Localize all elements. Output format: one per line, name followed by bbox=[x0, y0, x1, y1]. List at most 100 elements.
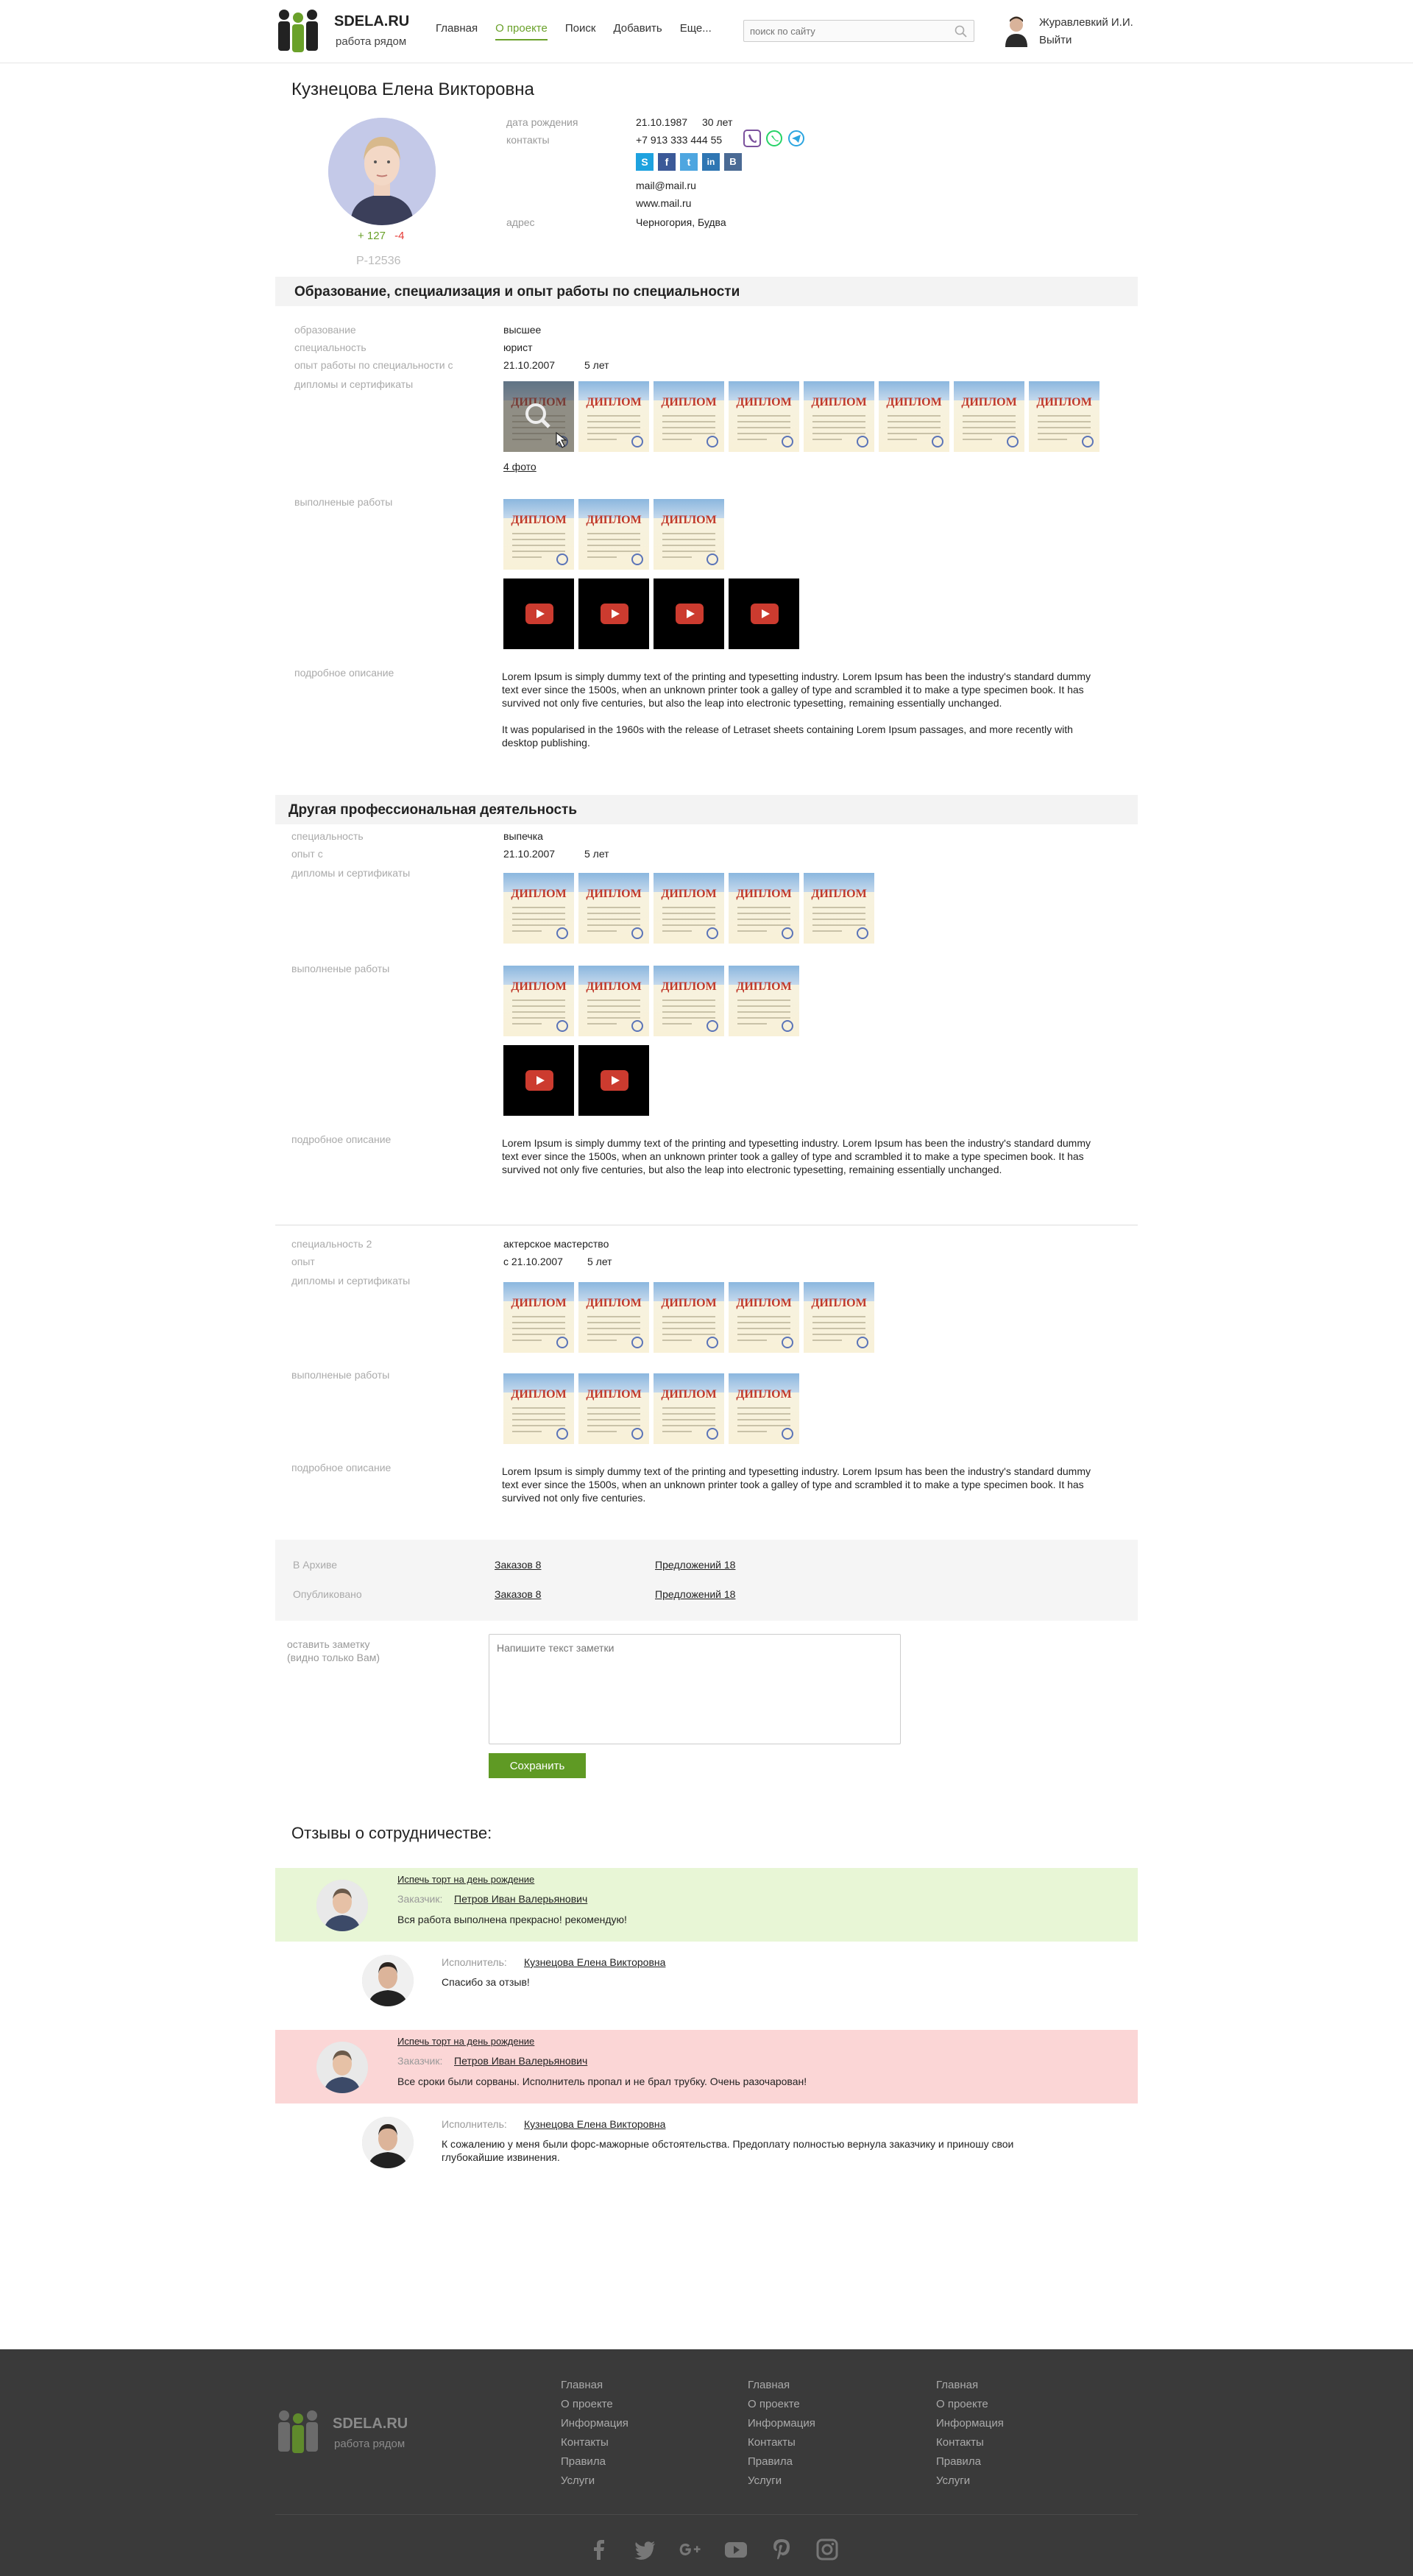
nav-item-more[interactable]: Еще... bbox=[680, 22, 712, 40]
footer-link[interactable]: Главная bbox=[561, 2376, 628, 2395]
executor-name-link[interactable]: Кузнецова Елена Викторовна bbox=[524, 2118, 665, 2130]
photos-count-link[interactable]: 4 фото bbox=[503, 461, 536, 473]
facebook-icon[interactable]: f bbox=[658, 153, 676, 171]
phone-value[interactable]: +7 913 333 444 55 bbox=[636, 134, 722, 146]
diploma-thumbnail[interactable]: ДИПЛОМ bbox=[578, 873, 649, 944]
diploma-thumbnail[interactable]: ДИПЛОМ bbox=[503, 499, 574, 570]
executor-name-link[interactable]: Кузнецова Елена Викторовна bbox=[524, 1956, 665, 1968]
video-thumbnail[interactable] bbox=[578, 578, 649, 649]
diploma-thumbnail[interactable]: ДИПЛОМ bbox=[954, 381, 1024, 452]
facebook-icon[interactable] bbox=[587, 2538, 611, 2561]
diploma-thumbnail[interactable]: ДИПЛОМ bbox=[503, 1282, 574, 1353]
skype-icon[interactable]: S bbox=[636, 153, 654, 171]
site-value[interactable]: www.mail.ru bbox=[636, 197, 691, 209]
footer-link[interactable]: Контакты bbox=[936, 2433, 1004, 2452]
reviewer-avatar[interactable] bbox=[316, 1880, 368, 1931]
diploma-thumbnail[interactable]: ДИПЛОМ bbox=[729, 1373, 799, 1444]
viber-icon[interactable] bbox=[743, 130, 761, 147]
nav-item-home[interactable]: Главная bbox=[436, 22, 478, 40]
diploma-thumbnail[interactable]: ДИПЛОМ bbox=[729, 873, 799, 944]
footer-link[interactable]: О проекте bbox=[936, 2395, 1004, 2414]
diploma-thumbnail[interactable]: ДИПЛОМ bbox=[578, 966, 649, 1036]
video-thumbnail[interactable] bbox=[503, 578, 574, 649]
vk-icon[interactable]: В bbox=[724, 153, 742, 171]
diploma-thumbnail[interactable]: ДИПЛОМ bbox=[879, 381, 949, 452]
video-thumbnail[interactable] bbox=[654, 578, 724, 649]
youtube-icon[interactable] bbox=[724, 2538, 748, 2561]
search-icon[interactable] bbox=[955, 25, 968, 38]
whatsapp-icon[interactable] bbox=[766, 130, 782, 146]
linkedin-icon[interactable]: in bbox=[702, 153, 720, 171]
footer-link[interactable]: Главная bbox=[936, 2376, 1004, 2395]
site-logo[interactable]: SDELA.RU работа рядом bbox=[275, 7, 422, 54]
nav-item-add[interactable]: Добавить bbox=[613, 22, 662, 40]
diploma-thumbnail[interactable]: ДИПЛОМ bbox=[729, 381, 799, 452]
diploma-thumbnail[interactable]: ДИПЛОМ bbox=[503, 873, 574, 944]
diploma-thumbnail[interactable]: ДИПЛОМ bbox=[654, 499, 724, 570]
profile-photo[interactable] bbox=[328, 118, 436, 225]
zoom-icon[interactable] bbox=[503, 381, 574, 452]
diploma-thumbnail[interactable]: ДИПЛОМ bbox=[804, 1282, 874, 1353]
diploma-thumbnail[interactable]: ДИПЛОМ bbox=[1029, 381, 1099, 452]
play-icon[interactable] bbox=[676, 604, 704, 624]
footer-link[interactable]: Информация bbox=[561, 2414, 628, 2433]
customer-name-link[interactable]: Петров Иван Валерьянович bbox=[454, 2055, 587, 2067]
google-plus-icon[interactable] bbox=[679, 2538, 702, 2561]
diploma-thumbnail[interactable]: ДИПЛОМ bbox=[654, 1282, 724, 1353]
archive-offers-link[interactable]: Предложений 18 bbox=[655, 1559, 735, 1571]
executor-avatar[interactable] bbox=[362, 2117, 414, 2168]
diploma-thumbnail[interactable]: ДИПЛОМ bbox=[654, 1373, 724, 1444]
footer-link[interactable]: Контакты bbox=[561, 2433, 628, 2452]
footer-link[interactable]: Услуги bbox=[748, 2471, 815, 2491]
diploma-thumbnail[interactable]: ДИПЛОМ bbox=[654, 873, 724, 944]
footer-link[interactable]: О проекте bbox=[561, 2395, 628, 2414]
nav-item-search[interactable]: Поиск bbox=[565, 22, 596, 40]
play-icon[interactable] bbox=[601, 604, 628, 624]
twitter-icon[interactable]: t bbox=[680, 153, 698, 171]
published-offers-link[interactable]: Предложений 18 bbox=[655, 1588, 735, 1600]
note-textarea[interactable] bbox=[489, 1634, 901, 1744]
diploma-thumbnail[interactable]: ДИПЛОМ bbox=[654, 966, 724, 1036]
footer-link[interactable]: Правила bbox=[748, 2452, 815, 2471]
search-input[interactable] bbox=[744, 21, 943, 41]
footer-link[interactable]: Услуги bbox=[936, 2471, 1004, 2491]
footer-link[interactable]: Правила bbox=[561, 2452, 628, 2471]
diploma-thumbnail[interactable]: ДИПЛОМ bbox=[578, 381, 649, 452]
diploma-thumbnail[interactable]: ДИПЛОМ bbox=[503, 966, 574, 1036]
footer-link[interactable]: Контакты bbox=[748, 2433, 815, 2452]
instagram-icon[interactable] bbox=[815, 2538, 839, 2561]
archive-orders-link[interactable]: Заказов 8 bbox=[495, 1559, 541, 1571]
play-icon[interactable] bbox=[601, 1070, 628, 1091]
diploma-thumbnail[interactable]: ДИПЛОМ bbox=[804, 873, 874, 944]
video-thumbnail[interactable] bbox=[729, 578, 799, 649]
footer-link[interactable]: Главная bbox=[748, 2376, 815, 2395]
diploma-thumbnail[interactable]: ДИПЛОМ bbox=[578, 1373, 649, 1444]
customer-name-link[interactable]: Петров Иван Валерьянович bbox=[454, 1893, 587, 1905]
reviewer-avatar[interactable] bbox=[316, 2042, 368, 2093]
footer-link[interactable]: Услуги bbox=[561, 2471, 628, 2491]
logout-link[interactable]: Выйти bbox=[1039, 34, 1072, 46]
diploma-thumbnail[interactable]: ДИПЛОМ bbox=[729, 966, 799, 1036]
footer-link[interactable]: Правила bbox=[936, 2452, 1004, 2471]
save-note-button[interactable]: Сохранить bbox=[489, 1753, 586, 1778]
email-value[interactable]: mail@mail.ru bbox=[636, 180, 696, 191]
play-icon[interactable] bbox=[525, 1070, 553, 1091]
user-avatar[interactable] bbox=[1002, 13, 1030, 47]
pinterest-icon[interactable] bbox=[770, 2538, 793, 2561]
diploma-thumbnail[interactable]: ДИПЛОМ bbox=[503, 1373, 574, 1444]
telegram-icon[interactable] bbox=[788, 130, 804, 146]
executor-avatar[interactable] bbox=[362, 1955, 414, 2006]
published-orders-link[interactable]: Заказов 8 bbox=[495, 1588, 541, 1600]
video-thumbnail[interactable] bbox=[503, 1045, 574, 1116]
footer-link[interactable]: Информация bbox=[936, 2414, 1004, 2433]
diploma-thumbnail[interactable]: ДИПЛОМ bbox=[729, 1282, 799, 1353]
nav-item-about[interactable]: О проекте bbox=[495, 22, 548, 40]
diploma-thumbnail[interactable]: ДИПЛОМ bbox=[654, 381, 724, 452]
review-task-link[interactable]: Испечь торт на день рождение bbox=[397, 1874, 534, 1885]
diploma-thumbnail[interactable]: ДИПЛОМ bbox=[804, 381, 874, 452]
play-icon[interactable] bbox=[525, 604, 553, 624]
play-icon[interactable] bbox=[751, 604, 779, 624]
zoom-overlay[interactable] bbox=[503, 381, 574, 452]
twitter-icon[interactable] bbox=[633, 2538, 656, 2561]
footer-link[interactable]: Информация bbox=[748, 2414, 815, 2433]
